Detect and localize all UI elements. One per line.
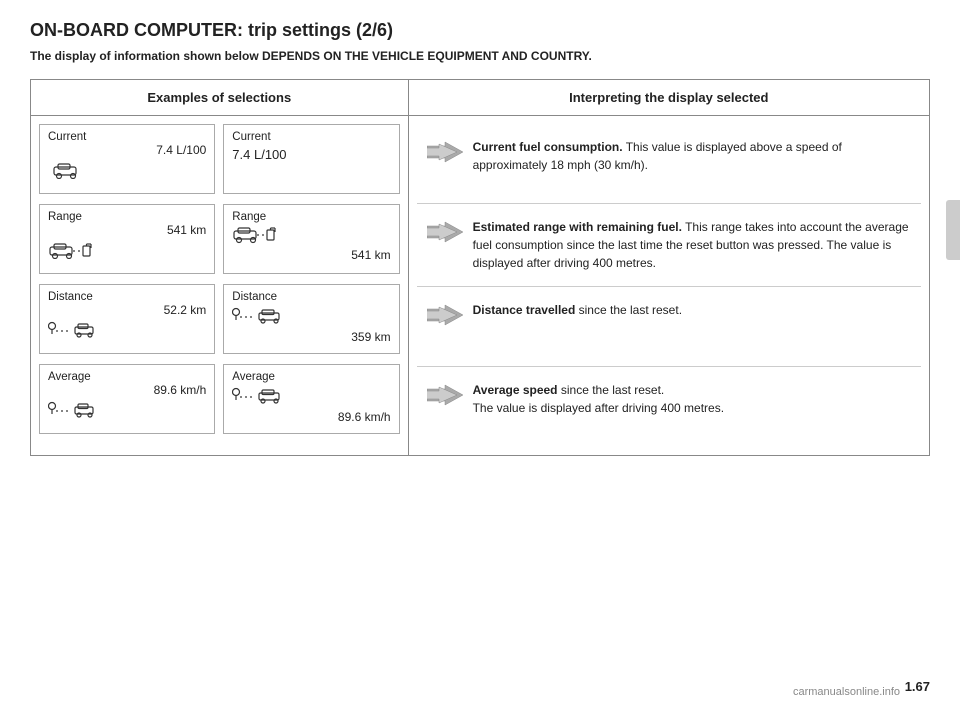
- arrow-average: [427, 383, 463, 407]
- interp-rows: Current fuel consumption. This value is …: [417, 124, 921, 447]
- small-box-current-icon: [48, 161, 206, 182]
- col-examples-header: Examples of selections: [31, 80, 409, 116]
- pin-car-avg-icon-small: [48, 401, 104, 421]
- sidebar-tab: [946, 200, 960, 260]
- small-box-average: Average 89.6 km/h: [39, 364, 215, 434]
- col-interpreting-header: Interpreting the display selected: [408, 80, 929, 116]
- double-arrow-range-icon: [427, 220, 463, 244]
- car-icon: [48, 161, 86, 179]
- small-box-range: Range 541 km: [39, 204, 215, 274]
- small-box-range-value: 541 km: [48, 223, 206, 237]
- large-box-current-value: 7.4 L/100: [232, 147, 390, 162]
- large-box-average-label: Average: [232, 371, 390, 383]
- small-box-current-label: Current: [48, 131, 206, 143]
- interp-row-distance: Distance travelled since the last reset.: [417, 287, 921, 367]
- large-box-current: Current 7.4 L/100: [223, 124, 399, 194]
- interp-row-average: Average speed since the last reset.The v…: [417, 367, 921, 447]
- interp-normal-distance: since the last reset.: [579, 303, 682, 317]
- watermark: carmanualsonline.info: [793, 686, 900, 698]
- examples-cell: Current 7.4 L/100: [31, 116, 409, 456]
- small-box-average-icon: [48, 401, 206, 424]
- small-box-average-label: Average: [48, 371, 206, 383]
- double-arrow-icon: [427, 140, 463, 164]
- pin-car-avg-icon-large: [232, 387, 292, 407]
- examples-inner: Current 7.4 L/100: [39, 124, 400, 434]
- large-box-distance-icon: [232, 307, 390, 330]
- interp-bold-average: Average speed: [473, 383, 558, 397]
- page-title: ON-BOARD COMPUTER: trip settings (2/6): [30, 20, 930, 41]
- interp-text-range: Estimated range with remaining fuel. Thi…: [473, 218, 911, 272]
- large-box-range-label: Range: [232, 211, 390, 223]
- interp-bold-distance: Distance travelled: [473, 303, 576, 317]
- large-box-range-value: 541 km: [232, 248, 390, 262]
- interp-row-range: Estimated range with remaining fuel. Thi…: [417, 204, 921, 287]
- interp-text-current: Current fuel consumption. This value is …: [473, 138, 911, 174]
- large-box-distance-label: Distance: [232, 291, 390, 303]
- page-number: 1.67: [905, 679, 930, 694]
- small-box-current: Current 7.4 L/100: [39, 124, 215, 194]
- large-box-current-label: Current: [232, 131, 390, 143]
- double-arrow-average-icon: [427, 383, 463, 407]
- car-fuel-icon: [48, 241, 104, 259]
- large-box-range-icon: [232, 227, 390, 248]
- main-table: Examples of selections Interpreting the …: [30, 79, 930, 456]
- arrow-current: [427, 140, 463, 164]
- small-box-distance-value: 52.2 km: [48, 303, 206, 317]
- interp-row-current: Current fuel consumption. This value is …: [417, 124, 921, 204]
- small-box-current-value: 7.4 L/100: [48, 143, 206, 157]
- arrow-range: [427, 220, 463, 244]
- interp-bold-current: Current fuel consumption.: [473, 140, 623, 154]
- page-subtitle: The display of information shown below D…: [30, 49, 930, 63]
- interp-text-distance: Distance travelled since the last reset.: [473, 301, 911, 319]
- pin-car-icon-large: [232, 307, 292, 327]
- small-box-range-icon: [48, 241, 206, 262]
- small-box-distance-icon: [48, 321, 206, 344]
- small-box-range-label: Range: [48, 211, 206, 223]
- small-box-distance: Distance 52.2 km: [39, 284, 215, 354]
- small-boxes: Current 7.4 L/100: [39, 124, 215, 434]
- large-box-distance-value: 359 km: [232, 330, 390, 344]
- large-box-average-icon: [232, 387, 390, 410]
- arrow-distance: [427, 303, 463, 327]
- small-box-distance-label: Distance: [48, 291, 206, 303]
- large-box-distance: Distance: [223, 284, 399, 354]
- pin-car-icon-small: [48, 321, 104, 341]
- interpreting-cell: Current fuel consumption. This value is …: [408, 116, 929, 456]
- small-box-average-value: 89.6 km/h: [48, 383, 206, 397]
- interp-text-average: Average speed since the last reset.The v…: [473, 381, 911, 417]
- car-fuel-icon-large: [232, 227, 288, 245]
- large-box-average: Average: [223, 364, 399, 434]
- large-box-range: Range: [223, 204, 399, 274]
- double-arrow-distance-icon: [427, 303, 463, 327]
- large-box-average-value: 89.6 km/h: [232, 410, 390, 424]
- interp-bold-range: Estimated range with remaining fuel.: [473, 220, 682, 234]
- large-boxes: Current 7.4 L/100 Range: [223, 124, 399, 434]
